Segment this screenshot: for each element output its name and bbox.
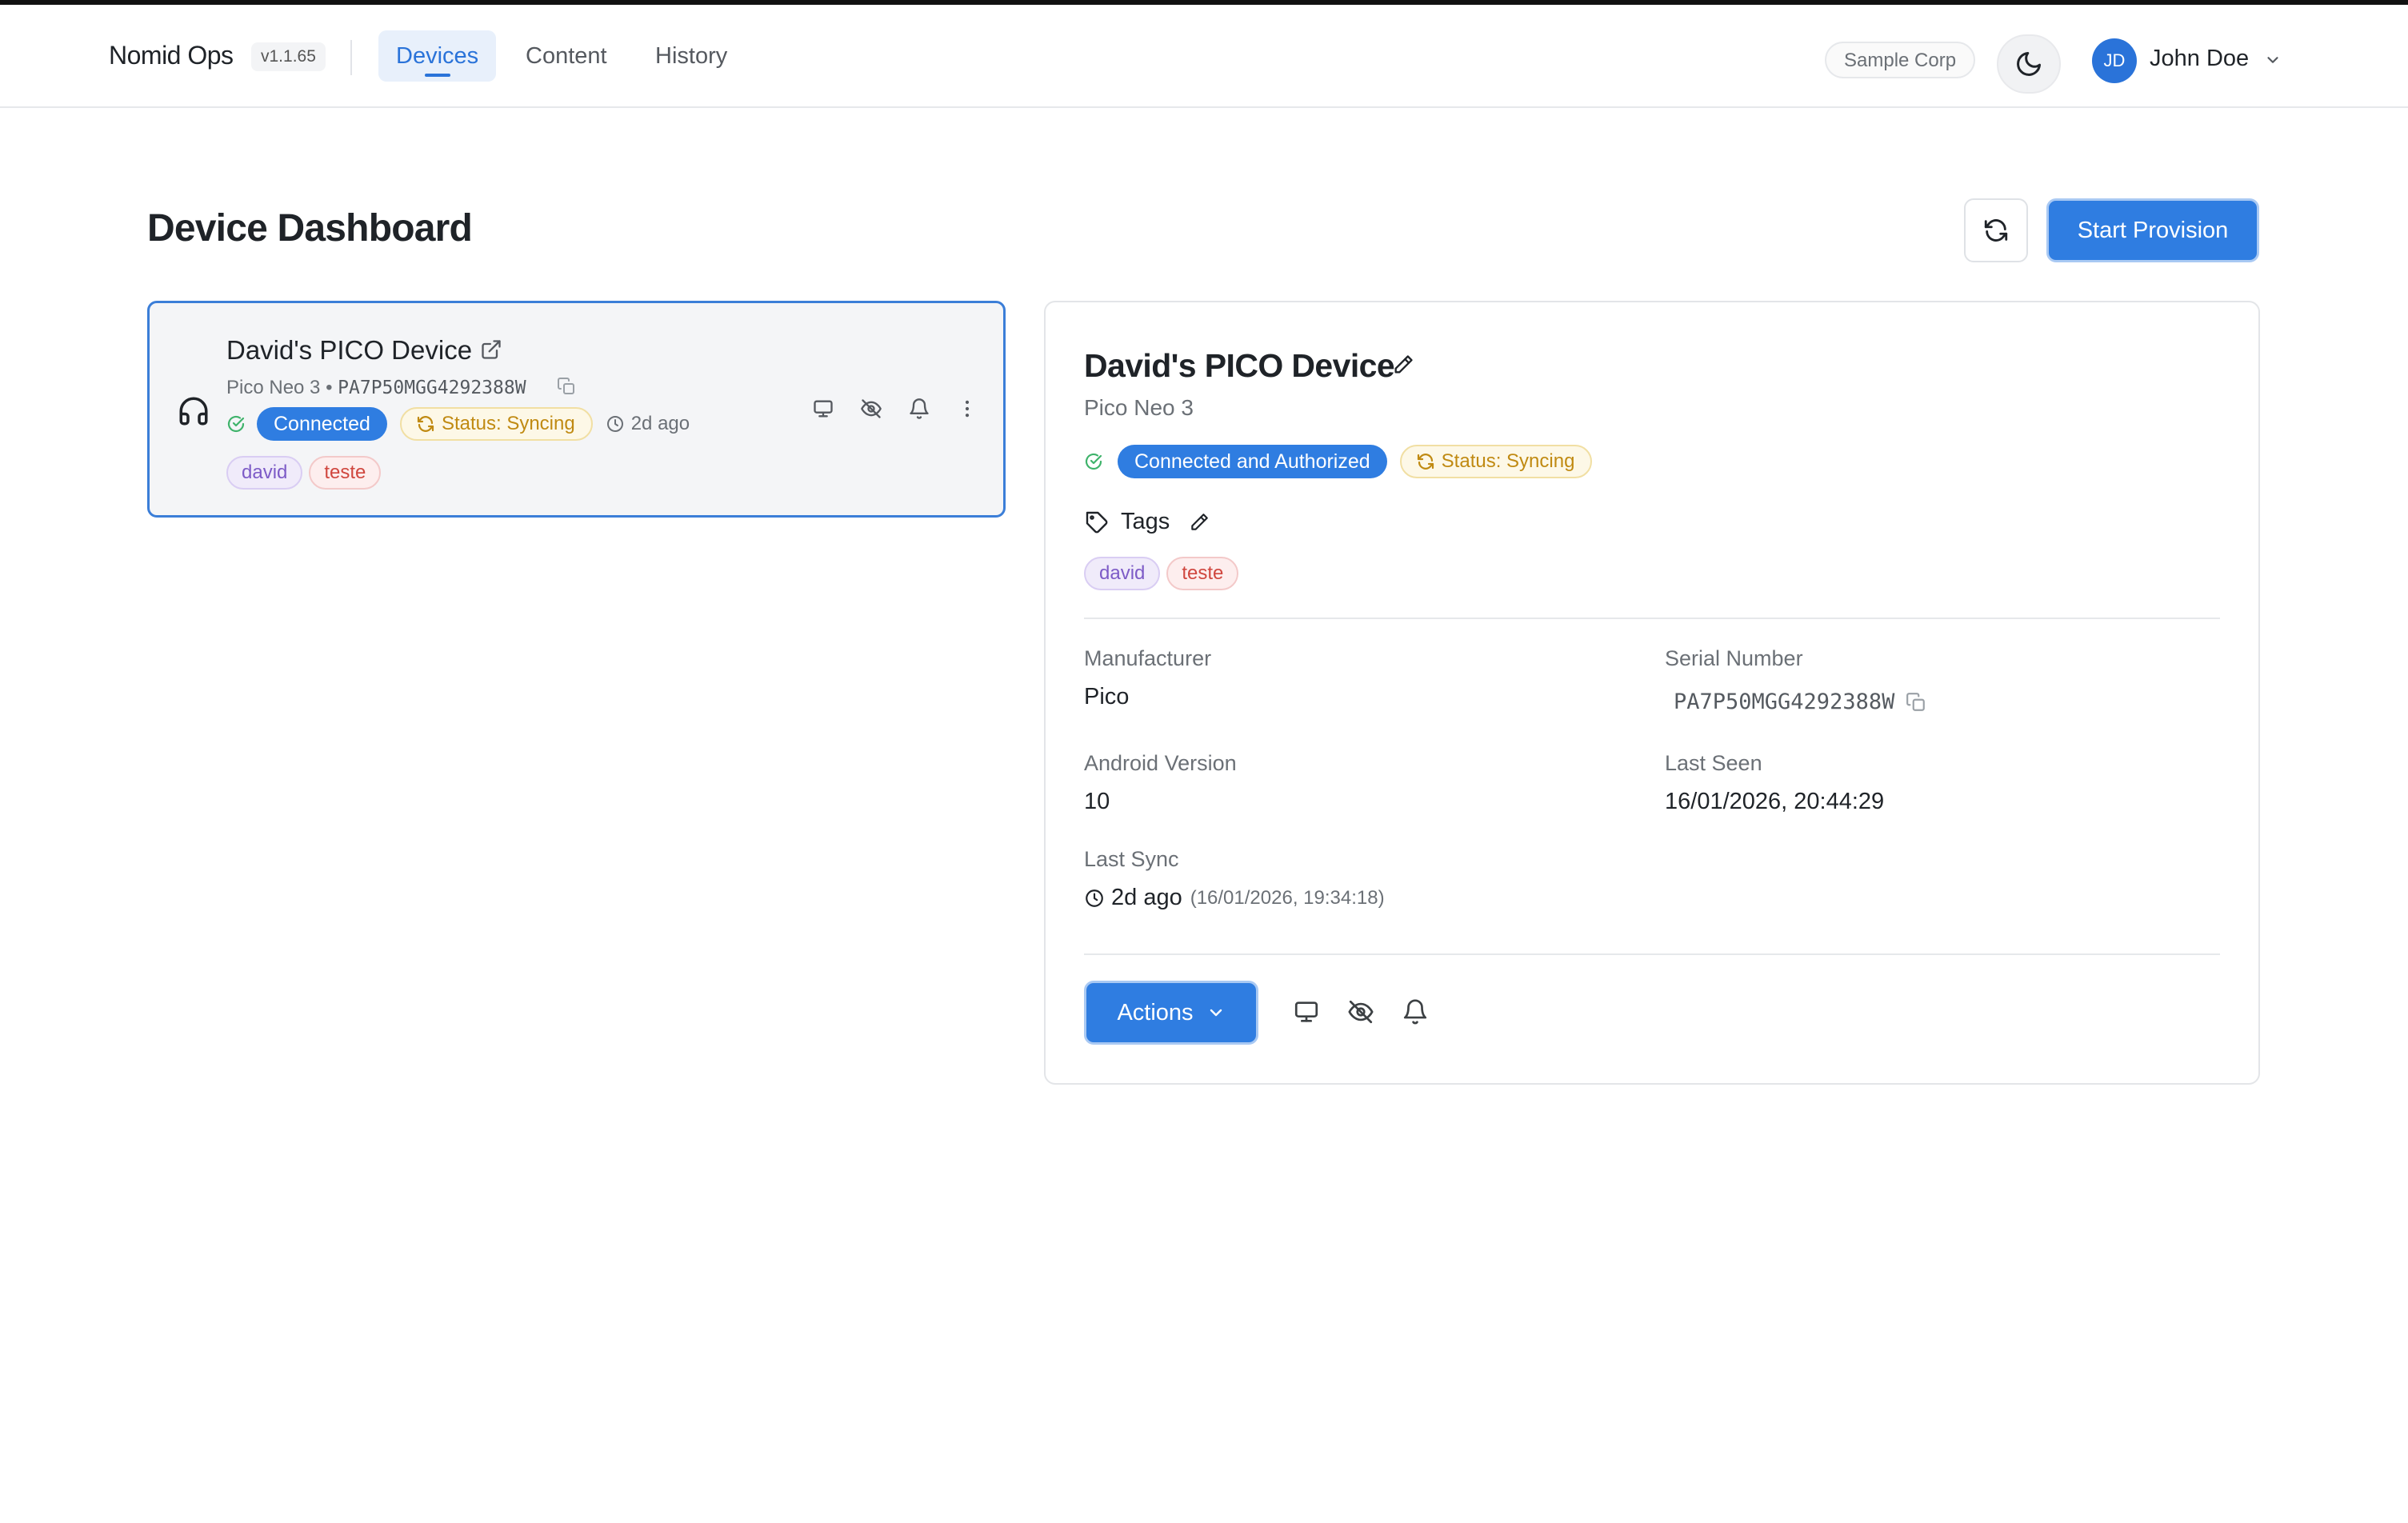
header-divider <box>350 40 352 75</box>
last-sync-relative: 2d ago <box>1111 885 1182 910</box>
eye-off-icon[interactable] <box>847 398 895 420</box>
last-seen-value: 16/01/2026, 20:44:29 <box>1665 789 1885 814</box>
moon-icon <box>2017 52 2041 76</box>
monitor-icon[interactable] <box>799 398 847 420</box>
connection-authorized-badge: Connected and Authorized <box>1118 445 1387 478</box>
tags-header: Tags <box>1084 509 1210 535</box>
detail-sync-status-badge: Status: Syncing <box>1399 445 1593 478</box>
detail-device-model: Pico Neo 3 <box>1084 395 1194 420</box>
tags-label: Tags <box>1121 509 1170 534</box>
last-sync-label: Last Sync <box>1084 847 1179 871</box>
monitor-icon[interactable] <box>1279 998 1334 1025</box>
section-divider <box>1084 618 2220 619</box>
chevron-down-icon <box>1210 1009 1222 1017</box>
brand-name[interactable]: Nomid Ops <box>109 41 234 70</box>
copy-icon[interactable] <box>557 377 576 400</box>
tab-history[interactable]: History <box>638 30 745 82</box>
last-sync-value: 2d ago (16/01/2026, 19:34:18) <box>1084 885 1385 911</box>
tag-david: david <box>1084 557 1161 590</box>
chevron-down-icon[interactable] <box>2264 51 2282 73</box>
organization-chip[interactable]: Sample Corp <box>1825 42 1976 78</box>
sync-status-text: Status: Syncing <box>441 413 575 434</box>
eye-off-icon[interactable] <box>1334 998 1388 1025</box>
tag-teste: teste <box>1166 557 1239 590</box>
headset-icon <box>177 394 210 432</box>
page-title: Device Dashboard <box>147 207 473 250</box>
last-seen-text: 2d ago <box>630 413 690 434</box>
tab-content[interactable]: Content <box>508 30 625 82</box>
theme-toggle-button[interactable] <box>1997 34 2061 94</box>
tag-teste: teste <box>309 456 382 490</box>
device-model: Pico Neo 3 <box>226 377 321 398</box>
detail-sync-status-text: Status: Syncing <box>1441 450 1575 472</box>
serial-number-text: PA7P50MGG4292388W <box>1674 690 1895 714</box>
detail-device-name: David's PICO Device <box>1084 347 1395 384</box>
detail-tags: david teste <box>1084 557 1245 590</box>
start-provision-button[interactable]: Start Provision <box>2046 198 2259 262</box>
device-list-item[interactable]: David's PICO Device Pico Neo 3 • PA7P50M… <box>147 301 1006 518</box>
device-subtitle: Pico Neo 3 • PA7P50MGG4292388W <box>226 377 526 399</box>
external-link-icon[interactable] <box>480 338 502 365</box>
device-tags: david teste <box>226 456 387 490</box>
refresh-icon <box>1984 219 2008 242</box>
bell-icon[interactable] <box>895 398 943 420</box>
last-seen: 2d ago <box>606 413 690 435</box>
manufacturer-label: Manufacturer <box>1084 646 1212 670</box>
actions-label: Actions <box>1117 999 1194 1025</box>
last-sync-absolute: (16/01/2026, 19:34:18) <box>1190 886 1385 909</box>
sync-status-badge: Status: Syncing <box>399 407 593 441</box>
app-header: Nomid Ops v1.1.65 Devices Content Histor… <box>0 5 2408 108</box>
serial-number-label: Serial Number <box>1665 646 1803 670</box>
user-name[interactable]: John Doe <box>2150 46 2249 72</box>
tag-icon <box>1084 510 1110 535</box>
bell-icon[interactable] <box>1388 998 1442 1025</box>
serial-number-value: PA7P50MGG4292388W <box>1674 690 1926 714</box>
more-vertical-icon[interactable] <box>943 398 991 420</box>
android-version-value: 10 <box>1084 789 1110 814</box>
refresh-button[interactable] <box>1964 198 2028 262</box>
clock-icon <box>606 416 623 432</box>
device-quick-actions <box>799 398 991 420</box>
detail-quick-actions <box>1279 998 1442 1025</box>
actions-dropdown-button[interactable]: Actions <box>1084 981 1258 1045</box>
tag-david: david <box>226 456 303 490</box>
tab-devices[interactable]: Devices <box>378 30 497 82</box>
device-detail-panel: David's PICO Device Pico Neo 3 Connected… <box>1044 301 2260 1085</box>
manufacturer-value: Pico <box>1084 684 1130 710</box>
clock-icon <box>1086 889 1103 907</box>
edit-name-icon[interactable] <box>1392 354 1414 380</box>
sync-icon <box>1417 454 1434 470</box>
version-badge: v1.1.65 <box>251 42 326 71</box>
check-circle-icon <box>226 414 246 434</box>
connection-badge: Connected <box>257 407 387 441</box>
detail-status-row: Connected and Authorized Status: Syncing <box>1084 445 1593 478</box>
section-divider <box>1084 953 2220 955</box>
check-circle-icon <box>1084 452 1103 471</box>
edit-tags-icon[interactable] <box>1189 512 1210 533</box>
separator-dot: • <box>326 377 338 398</box>
android-version-label: Android Version <box>1084 751 1237 775</box>
copy-icon[interactable] <box>1906 692 1926 713</box>
device-serial: PA7P50MGG4292388W <box>338 378 526 398</box>
last-seen-label: Last Seen <box>1665 751 1762 775</box>
user-avatar[interactable]: JD <box>2092 38 2137 83</box>
device-name[interactable]: David's PICO Device <box>226 335 472 366</box>
device-status-row: Connected Status: Syncing 2d ago <box>226 407 690 441</box>
sync-icon <box>417 416 434 432</box>
